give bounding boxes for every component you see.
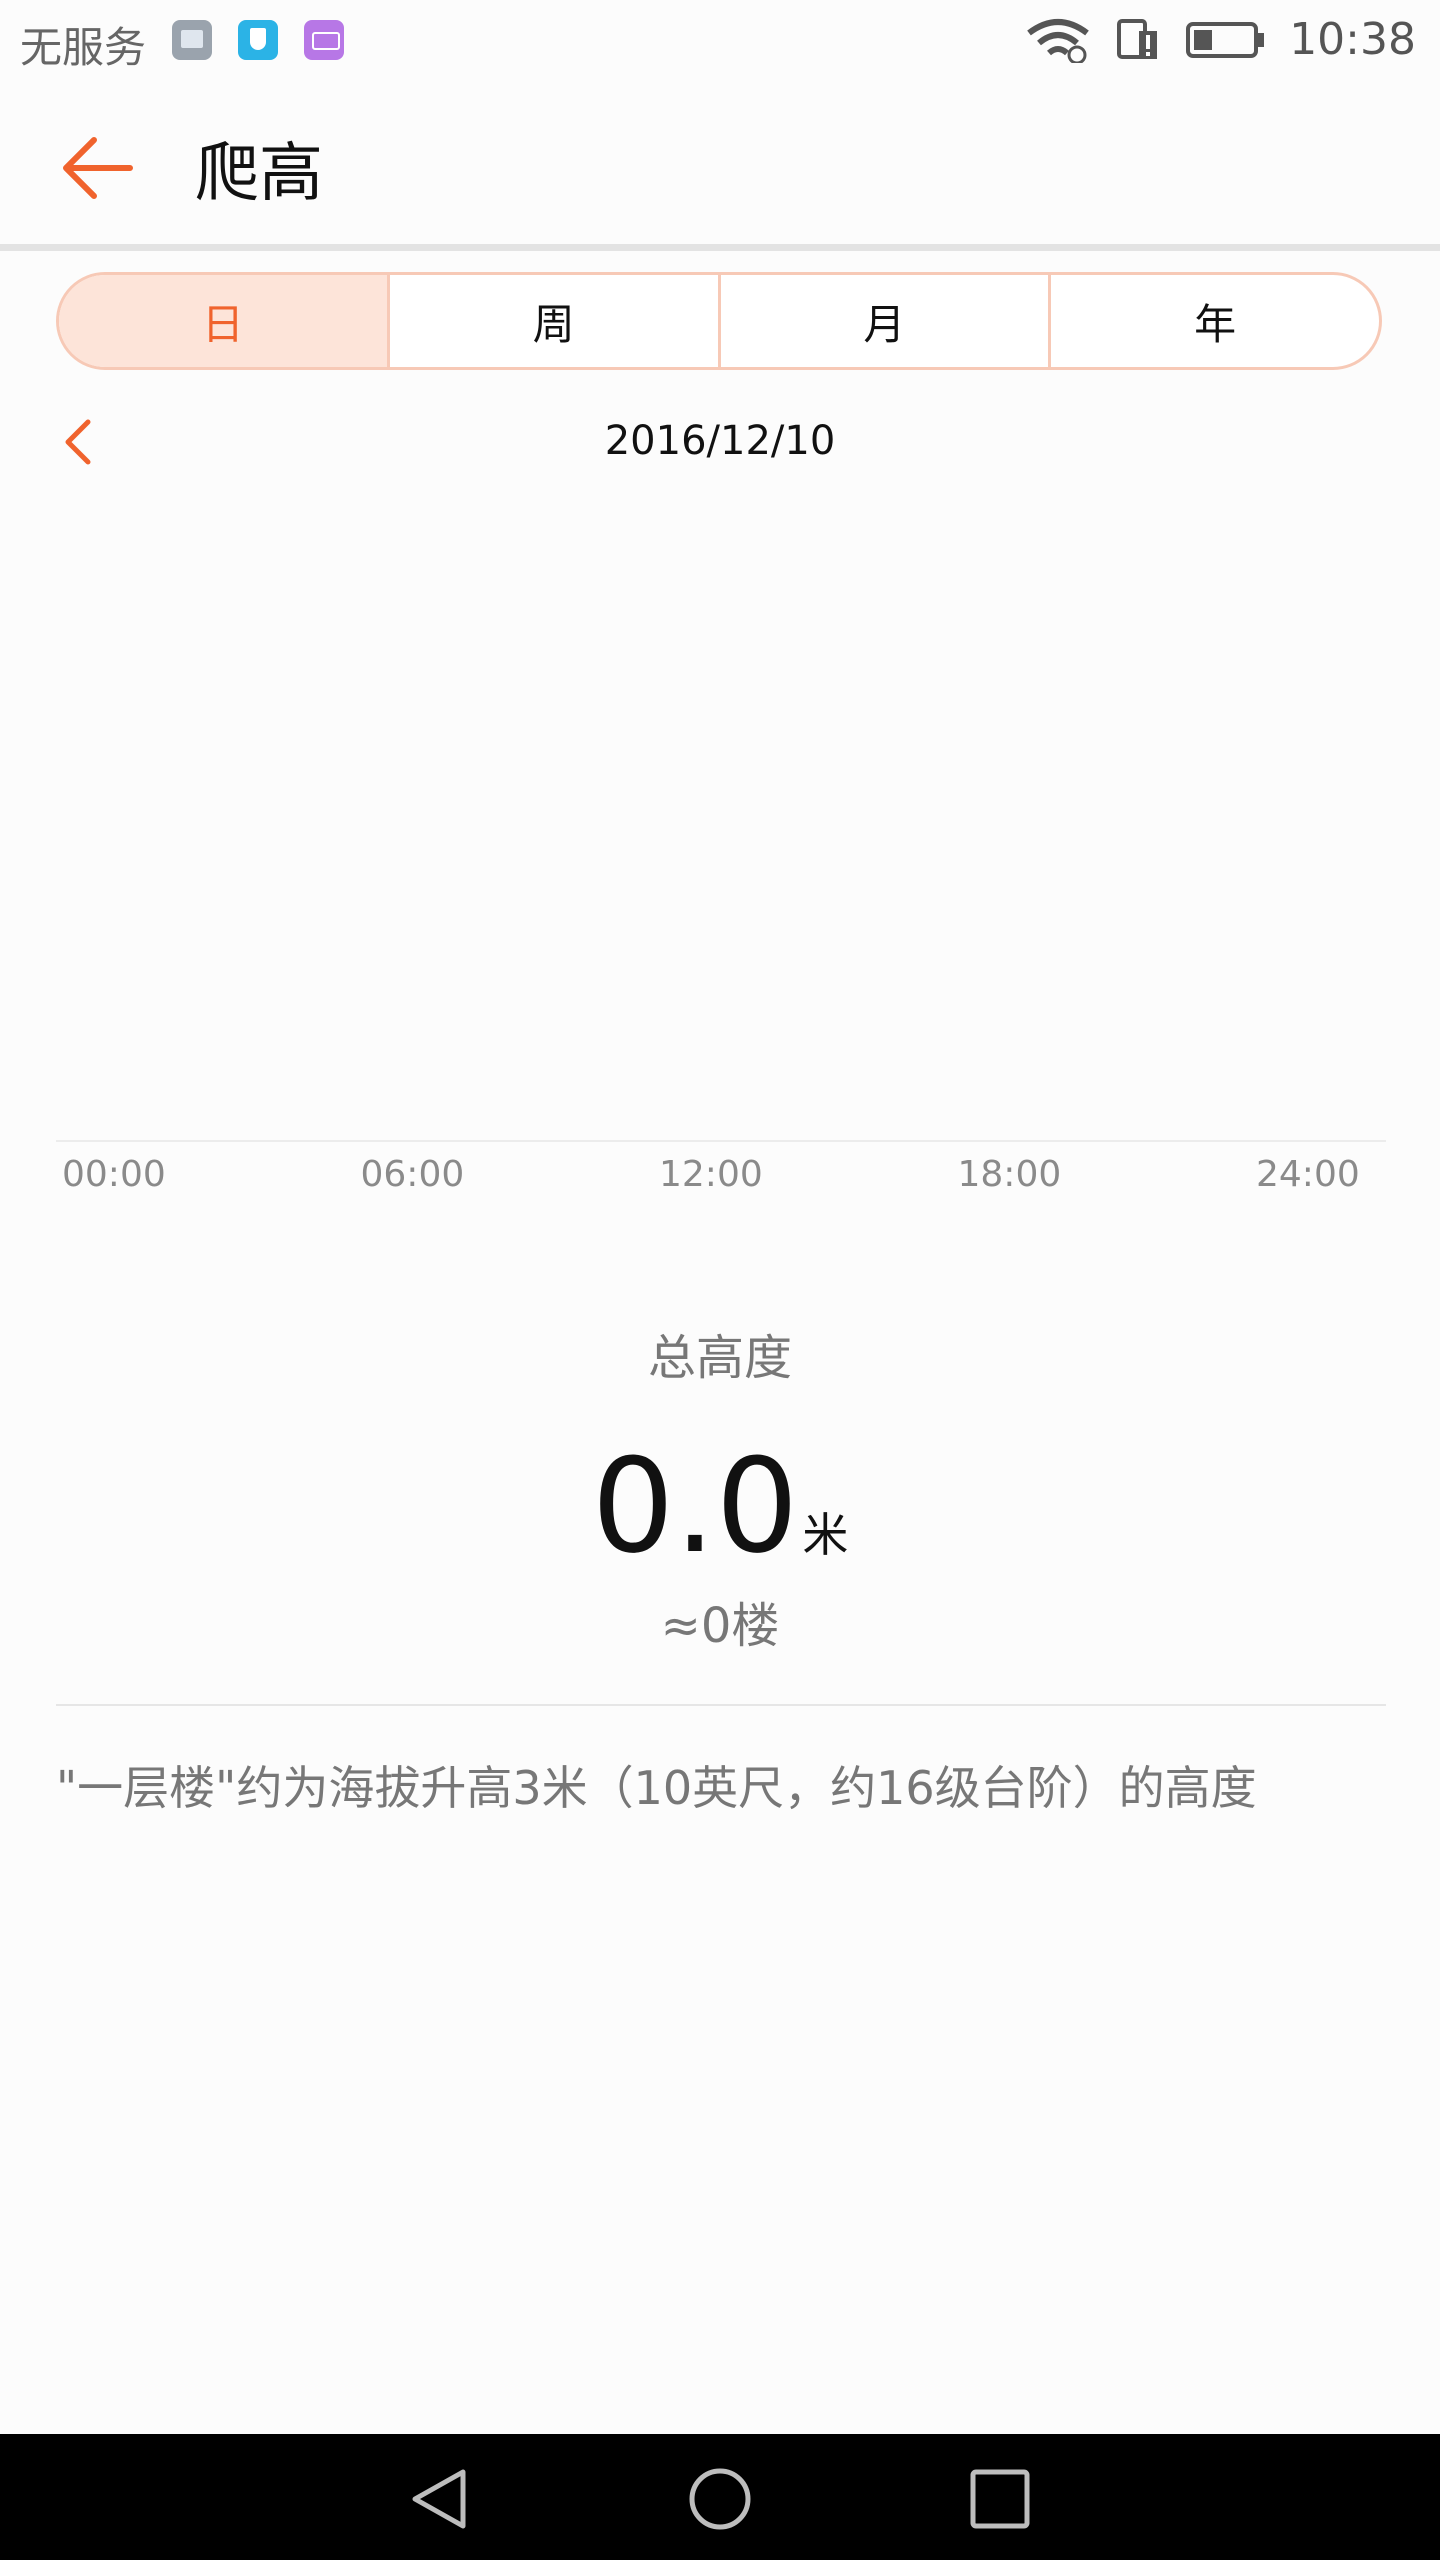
status-bar: 无服务 10:38 [0, 0, 1440, 86]
sim-alert-icon [1117, 18, 1158, 59]
nav-back-icon[interactable] [405, 2464, 475, 2534]
page-title: 爬高 [195, 137, 323, 211]
climb-chart: 00:00 06:00 12:00 18:00 24:00 [56, 500, 1386, 1220]
x-axis-line [56, 1140, 1386, 1142]
current-date: 2016/12/10 [604, 418, 836, 464]
x-tick-label: 12:00 [659, 1154, 763, 1195]
x-tick-label: 00:00 [62, 1154, 166, 1195]
total-height-unit: 米 [802, 1508, 849, 1562]
tab-month[interactable]: 月 [717, 275, 1049, 367]
tab-year[interactable]: 年 [1048, 275, 1379, 367]
app-bar: 爬高 [0, 86, 1440, 251]
x-tick-label: 06:00 [360, 1154, 465, 1195]
tab-day[interactable]: 日 [59, 275, 387, 367]
total-height-value: 0.0 [591, 1430, 799, 1582]
floors-count: ≈0楼 [660, 1598, 780, 1654]
nav-recents-icon[interactable] [965, 2464, 1035, 2534]
clock: 10:38 [1289, 14, 1416, 65]
wifi-icon [1027, 18, 1089, 63]
nav-home-icon[interactable] [685, 2464, 755, 2534]
date-navigator: 2016/12/10 [0, 400, 1440, 480]
system-nav-bar [0, 2434, 1440, 2560]
floor-definition-note: "一层楼"约为海拔升高3米（10英尺，约16级台阶）的高度 [56, 1761, 1257, 1815]
section-divider [56, 1704, 1386, 1706]
x-tick-label: 24:00 [1256, 1154, 1360, 1195]
total-height-label: 总高度 [647, 1330, 792, 1386]
shield-icon [238, 20, 278, 60]
total-height: 0.0米 [0, 1430, 1440, 1582]
tab-week[interactable]: 周 [386, 275, 718, 367]
battery-icon [1186, 21, 1265, 58]
carrier-label: 无服务 [20, 23, 147, 72]
keyboard-icon [304, 20, 344, 60]
arrow-left-icon[interactable] [60, 132, 136, 204]
x-tick-label: 18:00 [957, 1154, 1062, 1195]
gallery-icon [172, 20, 212, 60]
header-divider [0, 244, 1440, 251]
period-tabs: 日 周 月 年 [56, 272, 1382, 370]
